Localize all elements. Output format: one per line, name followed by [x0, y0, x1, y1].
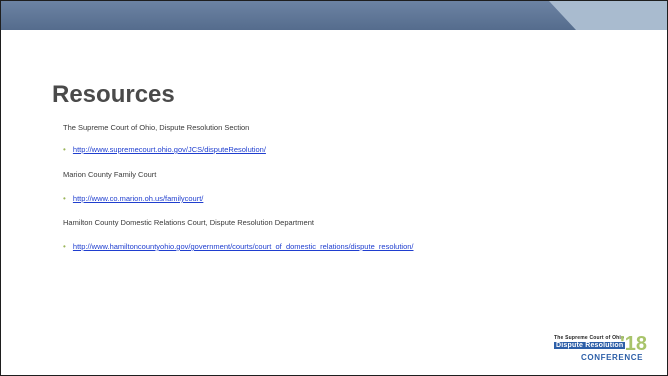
slide: Resources The Supreme Court of Ohio, Dis… [0, 0, 668, 376]
conference-logo: The Supreme Court of Ohio Dispute Resolu… [554, 332, 650, 364]
resource-heading-hamilton-county: Hamilton County Domestic Relations Court… [63, 218, 314, 227]
list-item: • http://www.hamiltoncountyohio.gov/gove… [63, 242, 414, 251]
logo-line-3: CONFERENCE [581, 353, 644, 362]
logo-line-2: Dispute Resolution [554, 342, 626, 349]
link-marion-county[interactable]: http://www.co.marion.oh.us/familycourt/ [73, 194, 203, 203]
top-header-band [1, 1, 667, 30]
resource-heading-marion-county: Marion County Family Court [63, 170, 157, 179]
list-item: • http://www.supremecourt.ohio.gov/JCS/d… [63, 145, 266, 154]
list-item: • http://www.co.marion.oh.us/familycourt… [63, 194, 203, 203]
page-title: Resources [52, 81, 175, 108]
bullet-icon: • [63, 145, 66, 154]
link-supreme-court[interactable]: http://www.supremecourt.ohio.gov/JCS/dis… [73, 145, 266, 154]
bullet-icon: • [63, 242, 66, 251]
bullet-icon: • [63, 194, 66, 203]
logo-line-1: The Supreme Court of Ohio [554, 335, 625, 341]
link-hamilton-county[interactable]: http://www.hamiltoncountyohio.gov/govern… [73, 242, 414, 251]
resource-heading-supreme-court: The Supreme Court of Ohio, Dispute Resol… [63, 123, 250, 132]
